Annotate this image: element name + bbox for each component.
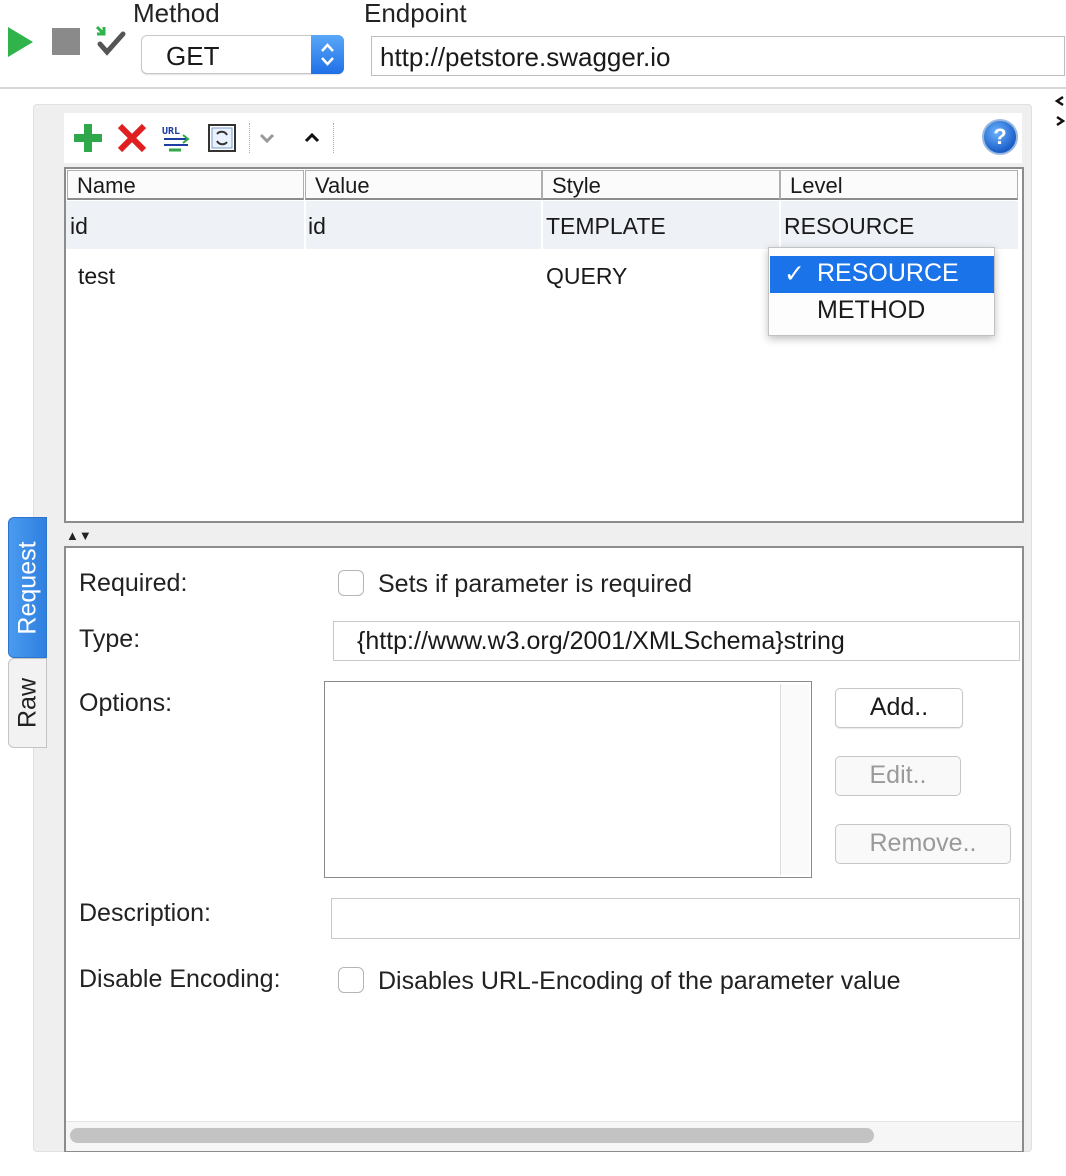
description-label: Description: xyxy=(79,899,211,927)
help-icon[interactable]: ? xyxy=(982,119,1018,155)
type-input[interactable]: {http://www.w3.org/2001/XMLSchema}string xyxy=(333,621,1020,661)
svg-text:URL: URL xyxy=(162,126,180,137)
remove-param-icon[interactable] xyxy=(116,122,148,154)
cell-divider xyxy=(779,201,781,249)
dropdown-option-resource[interactable]: ✓ RESOURCE xyxy=(770,256,994,293)
add-option-button[interactable]: Add.. xyxy=(835,688,963,728)
submit-check-icon[interactable] xyxy=(94,24,128,58)
method-value: GET xyxy=(166,41,220,71)
collapse-panel-icon[interactable] xyxy=(1054,95,1066,131)
scrollbar-thumb[interactable] xyxy=(70,1128,874,1143)
toolbar-separator xyxy=(333,123,335,153)
toolbar-separator xyxy=(249,123,251,153)
description-input[interactable] xyxy=(331,898,1020,939)
select-arrows-icon xyxy=(311,35,344,74)
level-dropdown-menu: ✓ RESOURCE METHOD xyxy=(768,247,995,336)
option-label: RESOURCE xyxy=(817,259,959,287)
remove-option-button[interactable]: Remove.. xyxy=(835,824,1011,864)
column-header-value[interactable]: Value xyxy=(305,170,542,200)
cell-name[interactable]: id xyxy=(70,213,88,240)
cell-divider xyxy=(541,201,543,249)
cell-name[interactable]: test xyxy=(78,263,115,290)
endpoint-value: http://petstore.swagger.io xyxy=(380,42,671,72)
cell-style[interactable]: QUERY xyxy=(546,263,627,290)
checkmark-icon: ✓ xyxy=(784,260,805,288)
disable-encoding-label: Disable Encoding: xyxy=(79,965,281,993)
url-params-icon[interactable]: URL xyxy=(161,123,193,153)
method-label: Method xyxy=(133,0,220,28)
toolbar-divider xyxy=(0,87,1066,89)
run-icon[interactable] xyxy=(8,27,33,57)
method-select[interactable]: GET xyxy=(141,35,344,74)
options-label: Options: xyxy=(79,689,173,717)
type-value: {http://www.w3.org/2001/XMLSchema}string xyxy=(357,627,845,655)
stop-icon[interactable] xyxy=(52,28,80,55)
cell-value[interactable]: id xyxy=(308,213,326,240)
option-label: METHOD xyxy=(817,296,926,324)
column-header-style[interactable]: Style xyxy=(542,170,780,200)
cell-style[interactable]: TEMPLATE xyxy=(546,213,666,240)
options-scrollbar[interactable] xyxy=(780,684,809,875)
splitter-handle[interactable]: ▲▼ xyxy=(66,528,92,543)
tab-request[interactable]: Request xyxy=(8,517,47,658)
column-header-level[interactable]: Level xyxy=(780,170,1018,200)
dropdown-option-method[interactable]: METHOD xyxy=(770,293,994,330)
move-down-icon[interactable] xyxy=(258,131,276,145)
options-list[interactable] xyxy=(324,681,812,878)
tab-request-label: Request xyxy=(13,540,41,635)
disable-encoding-description: Disables URL-Encoding of the parameter v… xyxy=(378,967,901,995)
required-checkbox[interactable] xyxy=(338,570,364,596)
endpoint-input[interactable]: http://petstore.swagger.io xyxy=(371,36,1065,76)
required-description: Sets if parameter is required xyxy=(378,570,693,598)
required-label: Required: xyxy=(79,569,188,597)
cell-divider xyxy=(304,201,306,249)
add-param-icon[interactable] xyxy=(72,122,104,154)
endpoint-label: Endpoint xyxy=(364,0,467,28)
refresh-icon[interactable] xyxy=(207,123,237,153)
type-label: Type: xyxy=(79,625,141,653)
tab-raw[interactable]: Raw xyxy=(8,658,47,748)
move-up-icon[interactable] xyxy=(303,131,321,145)
cell-level[interactable]: RESOURCE xyxy=(784,213,914,240)
edit-option-button[interactable]: Edit.. xyxy=(835,756,961,796)
column-header-name[interactable]: Name xyxy=(67,170,304,200)
tab-raw-label: Raw xyxy=(13,677,41,729)
disable-encoding-checkbox[interactable] xyxy=(338,967,364,993)
params-toolbar: URL xyxy=(64,113,1022,163)
